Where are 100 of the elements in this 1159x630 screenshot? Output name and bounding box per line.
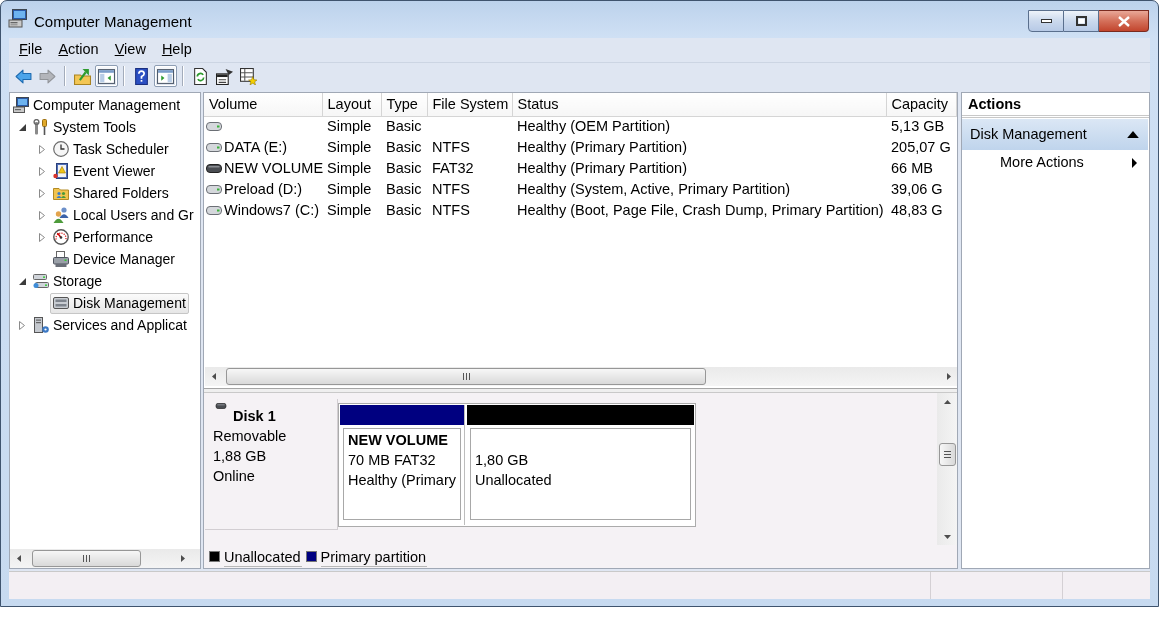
- scroll-right-icon[interactable]: [180, 555, 185, 562]
- log-book-icon: [53, 163, 69, 179]
- table-cell-text: Healthy (Primary Partition): [516, 137, 688, 157]
- forward-arrow-icon: [39, 67, 56, 85]
- drive-icon: [206, 143, 222, 152]
- action-section-header[interactable]: Disk Management: [962, 119, 1148, 150]
- maximize-button[interactable]: [1064, 10, 1099, 32]
- scroll-right-icon[interactable]: [946, 373, 951, 380]
- partition-detail: 1,80 GB: [475, 451, 530, 470]
- storage-drives-icon: [33, 273, 49, 289]
- tree-item[interactable]: Shared Folders: [50, 182, 172, 204]
- drive-icon: [206, 122, 222, 132]
- vertical-scrollbar[interactable]: [937, 393, 957, 545]
- computer-icon: [8, 8, 28, 28]
- window-title: Computer Management: [34, 13, 192, 31]
- column-header[interactable]: Capacity: [886, 93, 957, 116]
- maximize-icon: [1075, 16, 1087, 26]
- expander-icon[interactable]: [19, 277, 26, 285]
- table-cell-text: Simple: [326, 179, 373, 199]
- minimize-button[interactable]: [1028, 10, 1064, 32]
- tree-item[interactable]: Local Users and Gr: [50, 204, 197, 226]
- menu-item[interactable]: Help: [153, 40, 200, 60]
- table-cell: Basic: [381, 116, 427, 137]
- tree-item[interactable]: Services and Applicat: [30, 314, 190, 336]
- scroll-left-icon[interactable]: [16, 555, 21, 562]
- tree-item[interactable]: Event Viewer: [50, 160, 159, 182]
- partition-detail: Unallocated: [475, 471, 553, 490]
- volume-name: Preload (D:): [224, 180, 303, 199]
- close-icon: [1117, 15, 1130, 27]
- scrollbar-thumb[interactable]: [938, 443, 956, 466]
- refresh-page-icon: [192, 67, 209, 85]
- back-arrow-icon: [15, 67, 32, 85]
- action-item[interactable]: More Actions: [962, 150, 1149, 176]
- drive-icon: [213, 403, 229, 409]
- table-cell-text: NTFS: [431, 179, 471, 199]
- scrollbar-thumb[interactable]: [32, 550, 141, 567]
- drive-icon: [206, 206, 222, 215]
- table-cell-text: Healthy (System, Active, Primary Partition): [516, 179, 792, 199]
- table-cell-text: 66 MB: [890, 158, 934, 178]
- scroll-left-icon[interactable]: [211, 373, 216, 380]
- tree-item[interactable]: Computer Management: [10, 94, 184, 116]
- table-cell-text: Basic: [385, 179, 423, 199]
- partition-box[interactable]: NEW VOLUME 70 MB FAT32 Healthy (Primary: [343, 428, 461, 520]
- legend-label: Primary partition: [320, 549, 428, 567]
- table-cell: Simple: [322, 158, 381, 179]
- scroll-down-icon[interactable]: [943, 534, 951, 539]
- table-cell-text: 48,83 G: [890, 200, 944, 220]
- tree-item[interactable]: Task Scheduler: [50, 138, 172, 160]
- table-cell-text: 205,07 G: [890, 137, 952, 157]
- table-cell-text: Basic: [385, 158, 423, 178]
- table-cell-text: Basic: [385, 137, 423, 157]
- menu-item[interactable]: Action: [50, 40, 107, 60]
- partition-detail: 70 MB FAT32: [348, 451, 437, 470]
- volume-name: NEW VOLUME: [224, 159, 324, 178]
- expander-icon[interactable]: [19, 123, 26, 131]
- legend-label: Unallocated: [224, 549, 302, 567]
- clock-icon: [53, 141, 69, 157]
- minimize-icon: [1040, 19, 1052, 23]
- properties-icon: [216, 67, 233, 85]
- menu-item[interactable]: View: [106, 40, 154, 60]
- table-cell-text: Simple: [326, 137, 373, 157]
- disk-detail: Online: [213, 467, 256, 486]
- column-header[interactable]: Status: [512, 93, 886, 116]
- tree-item[interactable]: System Tools: [30, 116, 139, 138]
- partition-box[interactable]: 1,80 GB Unallocated: [470, 428, 691, 520]
- disk-name: Disk 1: [233, 407, 276, 426]
- close-button[interactable]: [1099, 10, 1149, 32]
- column-header[interactable]: Volume: [204, 93, 322, 116]
- disk-drive-icon: [53, 295, 69, 311]
- partition-detail: Healthy (Primary: [348, 471, 456, 490]
- toolbar-button[interactable]: [154, 65, 177, 87]
- tree-item[interactable]: Device Manager: [50, 248, 178, 270]
- server-gear-icon: [33, 317, 49, 333]
- volume-name: DATA (E:): [224, 138, 288, 157]
- drive-icon: [206, 164, 222, 173]
- computer-icon: [13, 97, 29, 113]
- scrollbar-thumb[interactable]: [226, 368, 706, 385]
- help-icon: [133, 67, 150, 85]
- table-cell: Simple: [322, 116, 381, 137]
- column-header[interactable]: Type: [381, 93, 427, 116]
- column-header[interactable]: File System: [427, 93, 512, 116]
- table-cell-text: Healthy (Boot, Page File, Crash Dump, Primary Partition): [516, 200, 885, 220]
- tree-item[interactable]: Disk Management: [50, 292, 189, 314]
- pane-window-icon: [157, 67, 174, 85]
- toolbar-button[interactable]: [95, 65, 118, 87]
- horizontal-scrollbar[interactable]: [205, 367, 957, 386]
- device-icon: [53, 251, 69, 267]
- menu-item[interactable]: File: [11, 40, 51, 60]
- scroll-up-icon[interactable]: [943, 399, 951, 404]
- table-cell-text: NTFS: [431, 200, 471, 220]
- horizontal-scrollbar[interactable]: [10, 549, 200, 568]
- tree-item[interactable]: Performance: [50, 226, 157, 248]
- users-icon: [53, 207, 69, 223]
- table-cell-text: Basic: [385, 200, 423, 220]
- table-cell-text: Simple: [326, 200, 373, 220]
- shared-folder-icon: [53, 185, 69, 201]
- toolbar-button[interactable]: [237, 65, 260, 87]
- tree-item[interactable]: Storage: [30, 270, 106, 292]
- table-cell: 5,13 GB: [886, 116, 957, 137]
- column-header[interactable]: Layout: [322, 93, 381, 116]
